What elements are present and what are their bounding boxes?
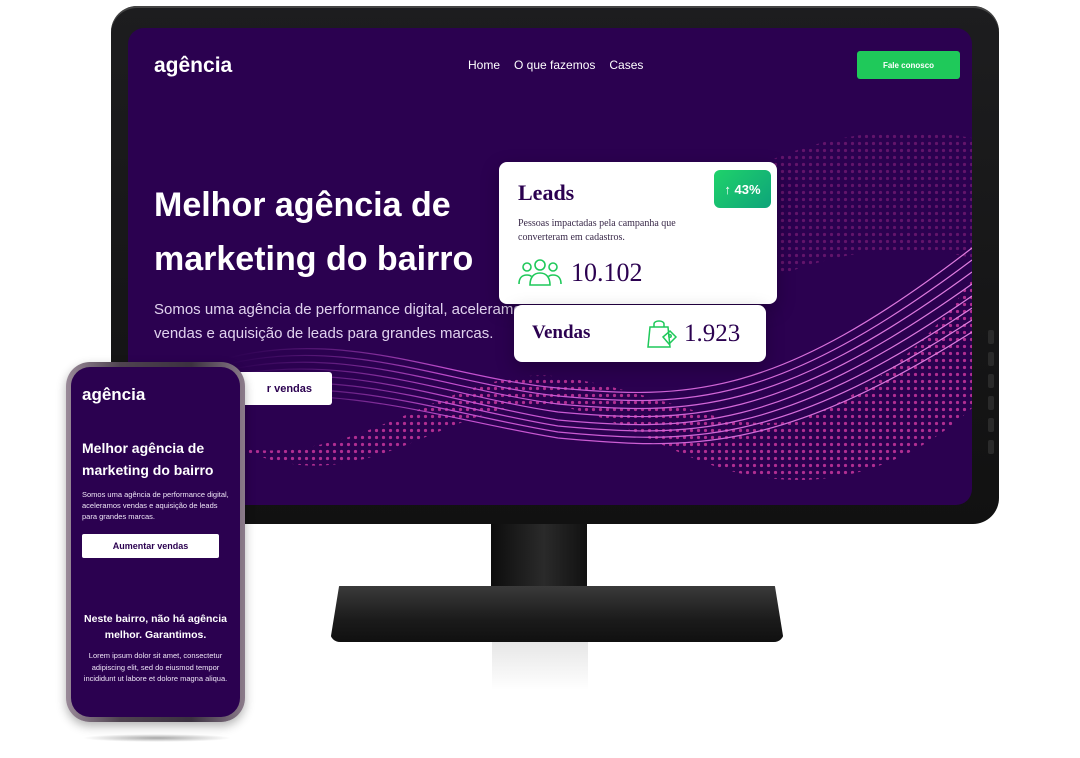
growth-badge: ↑ 43%	[714, 170, 771, 208]
mobile-increase-sales-button[interactable]: Aumentar vendas	[82, 534, 219, 558]
monitor-button	[988, 418, 994, 432]
nav-cases[interactable]: Cases	[609, 58, 643, 72]
nav-o-que-fazemos[interactable]: O que fazemos	[514, 58, 595, 72]
mobile-website: agência Melhor agência de marketing do b…	[71, 367, 240, 717]
vendas-value: 1.923	[684, 320, 741, 347]
mobile-hero-title: Melhor agência de marketing do bairro	[82, 440, 214, 478]
monitor-reflection	[492, 642, 588, 690]
leads-title: Leads	[518, 180, 575, 205]
nav-home[interactable]: Home	[468, 58, 500, 72]
monitor-button	[988, 330, 994, 344]
monitor-stand-base	[330, 586, 784, 642]
mobile-section-body: Lorem ipsum dolor sit amet, consectetur …	[83, 651, 228, 683]
main-nav: Home O que fazemos Cases	[468, 58, 643, 72]
vendas-card: Vendas 1.923	[514, 305, 766, 362]
monitor-button	[988, 374, 994, 388]
leads-card: Leads ↑ 43% Pessoas impactadas pela camp…	[499, 162, 777, 304]
monitor-button	[988, 396, 994, 410]
monitor-button	[988, 440, 994, 454]
phone-shadow	[82, 734, 232, 742]
hero-subtitle: Somos uma agência de performance digital…	[154, 301, 530, 342]
mobile-hero-subtitle: Somos uma agência de performance digital…	[82, 490, 229, 521]
mobile-logo[interactable]: agência	[82, 385, 145, 405]
shopping-bag-icon	[647, 320, 678, 348]
logo[interactable]: agência	[154, 54, 232, 78]
mobile-section-title: Neste bairro, não há agência melhor. Gar…	[84, 613, 227, 641]
monitor-button	[988, 352, 994, 366]
vendas-title: Vendas	[532, 322, 591, 343]
leads-description: Pessoas impactadas pela campanha que con…	[518, 218, 676, 243]
users-icon	[518, 259, 562, 286]
contact-button[interactable]: Fale conosco	[857, 51, 960, 79]
leads-value: 10.102	[571, 258, 643, 287]
